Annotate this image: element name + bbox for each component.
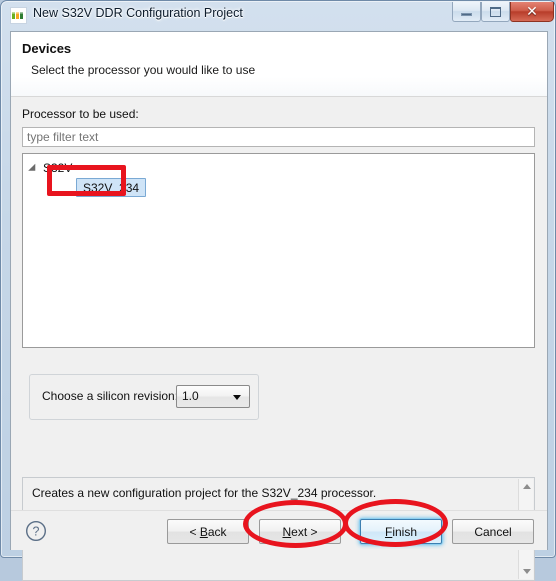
- maximize-icon: [482, 2, 509, 21]
- close-button[interactable]: ✕: [510, 2, 554, 22]
- window-title: New S32V DDR Configuration Project: [33, 6, 243, 20]
- dialog-client-area: Devices Select the processor you would l…: [10, 31, 548, 581]
- chevron-down-icon: [233, 395, 241, 400]
- filter-input[interactable]: [22, 127, 535, 147]
- back-button[interactable]: < Back: [167, 519, 249, 544]
- nxp-logo-icon: [10, 7, 27, 24]
- scroll-down-icon[interactable]: [519, 564, 534, 579]
- tree-node-label: S32V_234: [83, 180, 140, 195]
- title-bar[interactable]: New S32V DDR Configuration Project ✕: [1, 1, 555, 30]
- page-title: Devices: [22, 41, 72, 56]
- finish-button[interactable]: Finish: [360, 519, 442, 544]
- next-button-label: Next >: [282, 524, 318, 539]
- finish-button-label: Finish: [384, 524, 418, 539]
- tree-node-s32v-234[interactable]: S32V_234: [76, 178, 147, 197]
- description-text: Creates a new configuration project for …: [32, 486, 377, 500]
- svg-text:?: ?: [33, 525, 40, 539]
- processor-tree[interactable]: S32V S32V_234: [22, 153, 535, 348]
- dialog-window: New S32V DDR Configuration Project ✕ Dev…: [0, 0, 556, 581]
- minimize-icon: [453, 2, 480, 21]
- close-icon: ✕: [526, 3, 538, 20]
- scroll-up-icon[interactable]: [519, 479, 534, 494]
- processor-label: Processor to be used:: [22, 107, 139, 121]
- back-button-label: < Back: [189, 524, 227, 539]
- silicon-revision-group: Choose a silicon revision: 1.0: [29, 374, 259, 420]
- next-button[interactable]: Next >: [259, 519, 341, 544]
- help-icon[interactable]: ?: [25, 520, 47, 542]
- tree-node-label: S32V: [43, 161, 73, 175]
- silicon-revision-select[interactable]: 1.0: [176, 385, 250, 408]
- silicon-revision-value: 1.0: [182, 389, 199, 403]
- silicon-revision-label: Choose a silicon revision:: [42, 389, 179, 403]
- dialog-button-bar: ? < Back Next > Finish Cancel: [11, 510, 547, 550]
- maximize-button[interactable]: [481, 2, 510, 22]
- wizard-body: Processor to be used: S32V S32V_234 Choo…: [11, 98, 547, 581]
- tree-node-s32v[interactable]: S32V: [28, 159, 73, 177]
- wizard-header: Devices Select the processor you would l…: [11, 32, 547, 97]
- chevron-expanded-icon[interactable]: [28, 163, 39, 175]
- cancel-button[interactable]: Cancel: [452, 519, 534, 544]
- page-subtitle: Select the processor you would like to u…: [31, 63, 256, 77]
- minimize-button[interactable]: [452, 2, 481, 22]
- cancel-button-label: Cancel: [474, 524, 512, 539]
